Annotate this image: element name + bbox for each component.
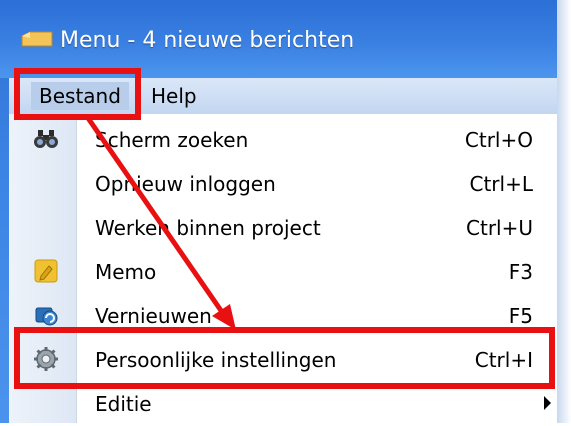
annotation-arrow [85, 116, 236, 330]
